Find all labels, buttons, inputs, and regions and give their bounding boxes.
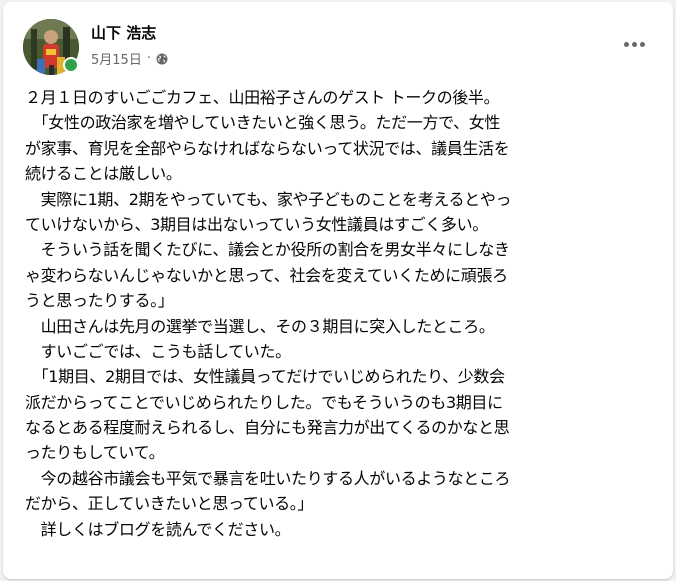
post-text-line: うと思ったりする。」 <box>25 291 174 311</box>
more-dot <box>631 41 637 47</box>
post-text-line: ていけないから、3期目は出ないっていう女性議員はすごく多い。 <box>25 214 488 234</box>
author-name[interactable]: 山下 浩志 <box>91 22 156 43</box>
meta-separator: · <box>146 51 151 66</box>
post-text-line: 山田さんは先月の選挙で当選し、その３期目に突入したところ。 <box>25 316 495 336</box>
post-text-line: 実際に1期、2期をやっていても、家や子どものことを考えるとやっ <box>25 189 512 209</box>
author-avatar-wrapper[interactable] <box>23 19 79 75</box>
post-text: ２月１日のすいごごカフェ、山田裕子さんのゲスト トークの後半。 「女性の政治家を… <box>25 85 665 542</box>
post-meta: 5月15日 · <box>91 49 168 68</box>
post-header: 山下 浩志 5月15日 · <box>3 2 673 86</box>
post-text-line: 今の越谷市議会も平気で暴言を吐いたりする人がいるようなところ <box>25 468 511 488</box>
post-text-line: ２月１日のすいごごカフェ、山田裕子さんのゲスト トークの後半。 <box>25 88 500 107</box>
post-text-line: ったりもしていて。 <box>25 443 165 463</box>
post-text-line: すいごごでは、こうも話していた。 <box>25 341 291 361</box>
more-options-button[interactable] <box>619 34 649 54</box>
post-text-line: 続けることは厳しい。 <box>25 164 182 184</box>
post-text-line: 派だからってことでいじめられたりした。でもそういうのも3期目に <box>25 392 503 412</box>
more-dot <box>639 41 645 47</box>
post-text-line: そういう話を聞くたびに、議会とか役所の割合を男女半々にしなき <box>25 240 510 260</box>
more-dot <box>623 41 629 47</box>
post-text-line: 「1期目、2期目では、女性議員ってだけでいじめられたり、少数会 <box>25 367 505 387</box>
globe-icon[interactable] <box>156 53 168 65</box>
online-status-indicator <box>63 57 79 73</box>
post-text-line: が家事、育児を全部やらなければならないって状況では、議員生活を <box>25 138 510 158</box>
post-text-line: 詳しくはブログを読んでください。 <box>25 519 291 539</box>
post-card: 山下 浩志 5月15日 · ２月１日のすいごごカフェ、山田裕子さんのゲスト トー… <box>3 2 673 579</box>
post-text-line: 「女性の政治家を増やしていきたいと強く思う。ただ一方で、女性 <box>25 113 501 133</box>
post-text-line: なるとある程度耐えられるし、自分にも発言力が出てくるのかなと思 <box>25 418 510 438</box>
post-date[interactable]: 5月15日 <box>91 49 142 68</box>
post-text-line: だから、正していきたいと思っている。」 <box>25 494 314 514</box>
post-text-line: ゃ変わらないんじゃないかと思って、社会を変えていくために頑張ろ <box>25 265 508 285</box>
